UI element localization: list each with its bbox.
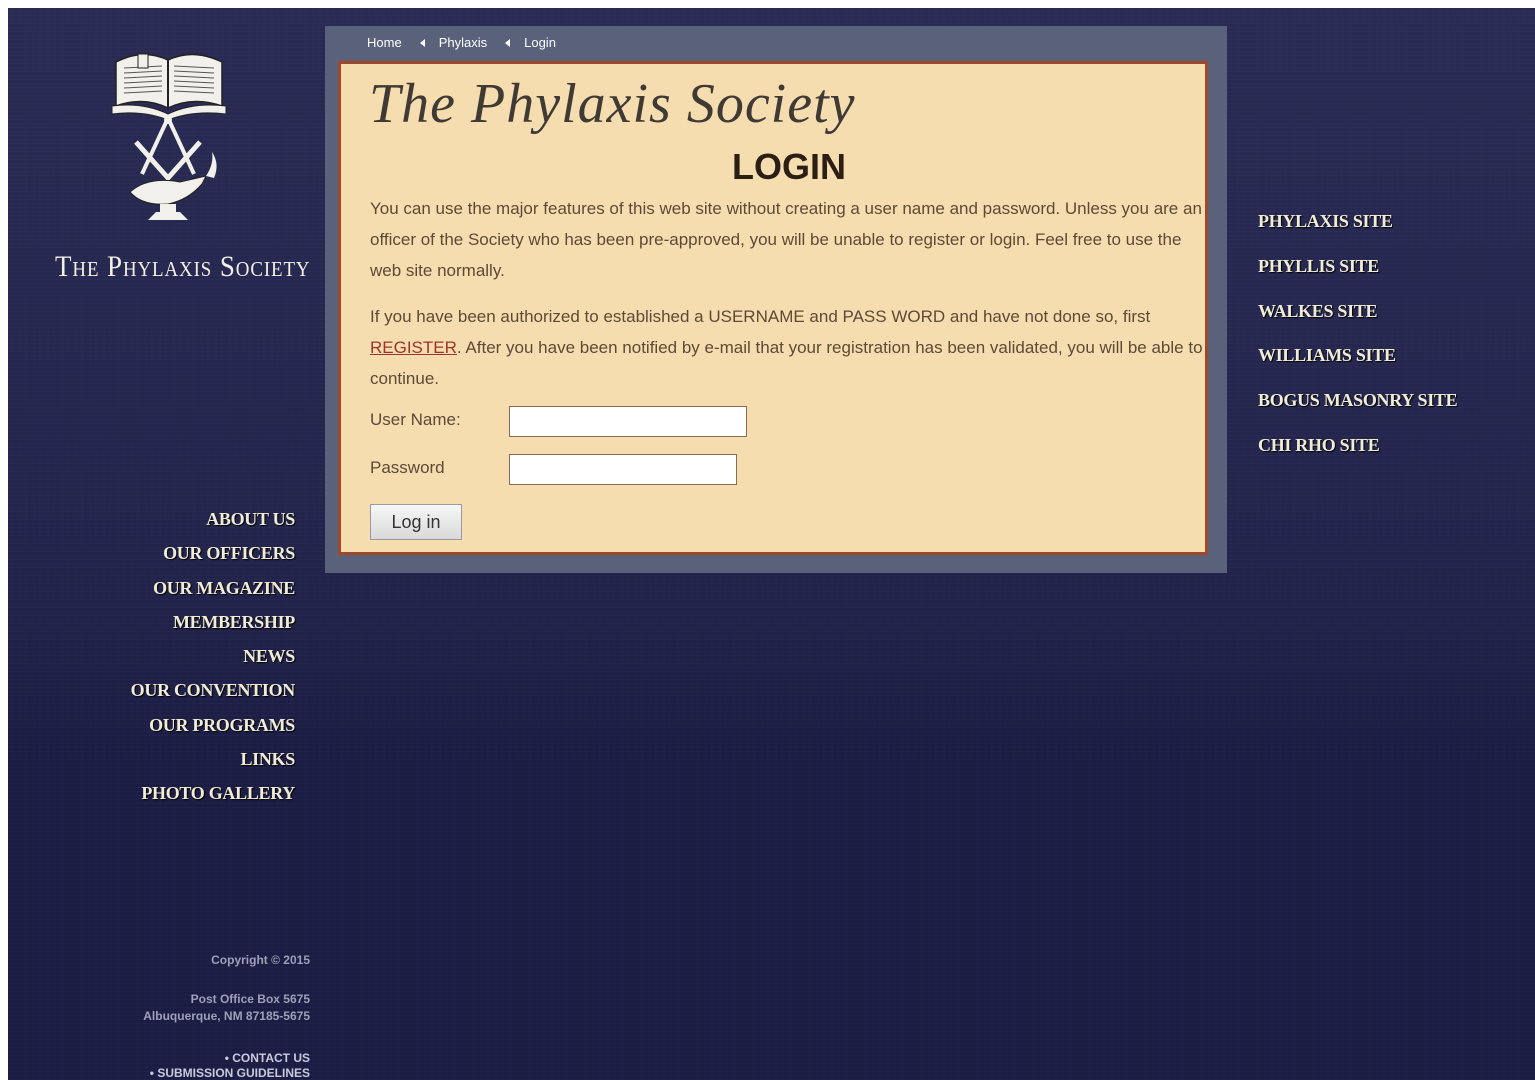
- nav-our-magazine[interactable]: OUR MAGAZINE: [68, 571, 295, 605]
- register-link[interactable]: REGISTER: [370, 338, 457, 357]
- society-wordmark: The Phylaxis Society: [55, 250, 311, 283]
- username-label: User Name:: [370, 410, 461, 429]
- register-text-before: If you have been authorized to establish…: [370, 307, 1151, 326]
- nav-links[interactable]: LINKS: [68, 742, 295, 776]
- nav-phylaxis-site[interactable]: PHYLAXIS SITE: [1258, 199, 1457, 244]
- nav-membership[interactable]: MEMBERSHIP: [68, 605, 295, 639]
- page-background: The Phylaxis Society ABOUT US OUR OFFICE…: [8, 8, 1535, 1080]
- nav-our-officers[interactable]: OUR OFFICERS: [68, 536, 295, 570]
- password-label: Password: [370, 458, 445, 477]
- site-title-script: The Phylaxis Society: [369, 73, 856, 135]
- intro-paragraph: You can use the major features of this w…: [370, 199, 1202, 280]
- footer: Copyright © 2015 Post Office Box 5675 Al…: [68, 953, 310, 1080]
- nav-news[interactable]: NEWS: [68, 639, 295, 673]
- address-line: Post Office Box 5675: [190, 992, 310, 1006]
- nav-about-us[interactable]: ABOUT US: [68, 502, 295, 536]
- breadcrumb-phylaxis[interactable]: Phylaxis: [439, 35, 487, 50]
- login-button[interactable]: Log in: [370, 504, 462, 540]
- submission-guidelines-link[interactable]: • SUBMISSION GUIDELINES: [68, 1066, 310, 1080]
- nav-walkes-site[interactable]: WALKES SITE: [1258, 289, 1457, 334]
- address-line: Albuquerque, NM 87185-5675: [143, 1009, 310, 1023]
- main-panel: Home Phylaxis Login The Phylaxis Society…: [325, 26, 1227, 573]
- nav-williams-site[interactable]: WILLIAMS SITE: [1258, 333, 1457, 378]
- contact-us-link[interactable]: • CONTACT US: [68, 1051, 310, 1066]
- right-navigation: PHYLAXIS SITE PHYLLIS SITE WALKES SITE W…: [1258, 199, 1458, 468]
- breadcrumb: Home Phylaxis Login: [367, 35, 556, 50]
- nav-phyllis-site[interactable]: PHYLLIS SITE: [1258, 244, 1457, 289]
- nav-our-programs[interactable]: OUR PROGRAMS: [68, 708, 295, 742]
- username-input[interactable]: [509, 406, 747, 437]
- register-paragraph: If you have been authorized to establish…: [370, 301, 1210, 394]
- nav-bogus-masonry-site[interactable]: BOGUS MASONRY SITE: [1258, 378, 1458, 423]
- page-title: LOGIN: [732, 146, 846, 187]
- breadcrumb-login: Login: [524, 35, 556, 50]
- nav-chi-rho-site[interactable]: CHI RHO SITE: [1258, 423, 1457, 468]
- left-triangle-icon: [419, 38, 425, 47]
- footer-links: • CONTACT US • SUBMISSION GUIDELINES: [68, 1051, 310, 1080]
- left-triangle-icon: [505, 38, 511, 47]
- nav-our-convention[interactable]: OUR CONVENTION: [68, 673, 296, 707]
- login-content-box: The Phylaxis Society LOGIN You can use t…: [338, 61, 1208, 555]
- register-text-after: . After you have been notified by e-mail…: [370, 338, 1203, 388]
- password-input[interactable]: [509, 454, 737, 485]
- postal-address: Post Office Box 5675 Albuquerque, NM 871…: [68, 991, 310, 1025]
- breadcrumb-home[interactable]: Home: [367, 35, 402, 50]
- nav-photo-gallery[interactable]: PHOTO GALLERY: [68, 776, 295, 810]
- copyright-text: Copyright © 2015: [211, 953, 310, 967]
- society-emblem-icon: [108, 44, 230, 229]
- left-navigation: ABOUT US OUR OFFICERS OUR MAGAZINE MEMBE…: [68, 502, 296, 811]
